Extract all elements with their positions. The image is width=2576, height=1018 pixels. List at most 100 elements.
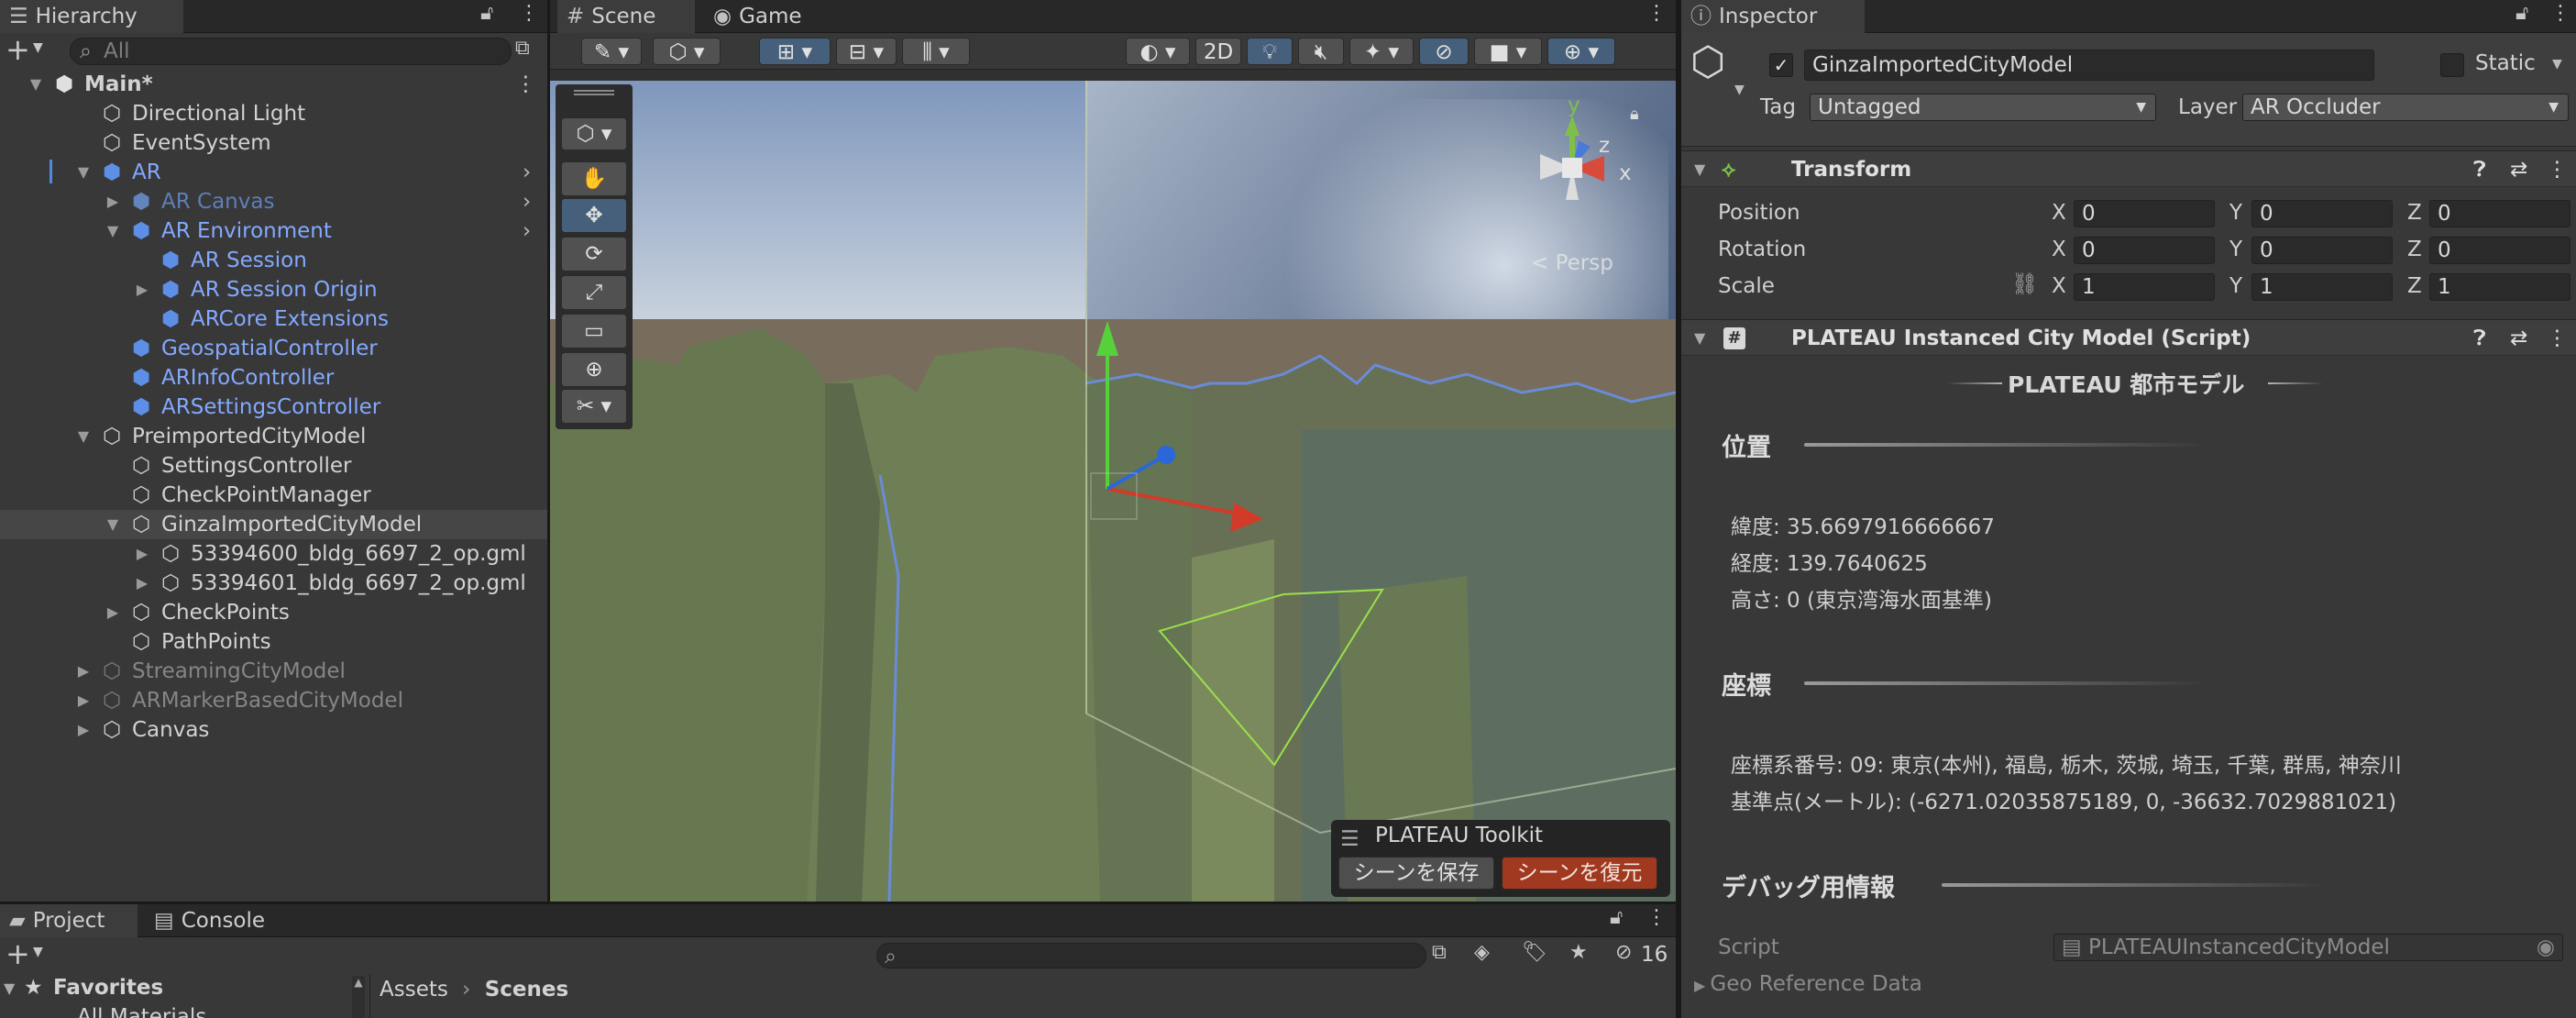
search-options-icon[interactable]: ⧉ bbox=[515, 37, 530, 60]
help-icon[interactable]: ❓︎ bbox=[2473, 151, 2486, 188]
filter-type-icon[interactable]: ◈ bbox=[1474, 941, 1490, 964]
lock-icon[interactable]: 🔓︎ bbox=[480, 2, 493, 25]
audio-toggle-button[interactable]: 🔇︎ bbox=[1298, 38, 1344, 65]
hierarchy-item[interactable]: ⬡ Directional Light bbox=[0, 99, 547, 128]
tab-hierarchy[interactable]: ☰ Hierarchy bbox=[0, 0, 183, 33]
lock-icon[interactable]: 🔓︎ bbox=[1610, 906, 1623, 929]
tab-console[interactable]: ▤ Console bbox=[145, 904, 292, 937]
axis-label-x[interactable]: X bbox=[2052, 271, 2066, 301]
effects-button[interactable]: ✦ ▾ bbox=[1349, 38, 1414, 65]
add-icon[interactable]: + bbox=[6, 939, 30, 968]
foldout-closed-icon[interactable]: ▶ bbox=[134, 275, 150, 304]
save-scene-button[interactable]: シーンを保存 bbox=[1338, 857, 1494, 890]
tab-project[interactable]: ▰ Project bbox=[0, 904, 138, 937]
shading-button[interactable]: ◐ ▾ bbox=[1126, 38, 1190, 65]
foldout-open-icon[interactable]: ▼ bbox=[105, 510, 121, 539]
persp-label[interactable]: < Persp bbox=[1531, 251, 1613, 275]
move-tool-icon[interactable]: ✥ bbox=[561, 198, 627, 233]
hierarchy-item[interactable]: ⬢ ARCore Extensions bbox=[0, 304, 547, 334]
object-picker-icon[interactable]: ◉ bbox=[2537, 935, 2555, 960]
hierarchy-item[interactable]: ▶ ⬡ Canvas bbox=[0, 715, 547, 745]
foldout-open-icon[interactable]: ▼ bbox=[75, 422, 92, 451]
transform-tool-icon[interactable]: ⊕ bbox=[561, 352, 627, 387]
scene-viewport[interactable]: ⬡ ▾ ✋ ✥ ⟳ ⤢ ▭ ⊕ ✂ ▾ y z x 🔒︎ < Persp ☰ P… bbox=[550, 81, 1676, 902]
panel-divider[interactable] bbox=[1676, 0, 1681, 1018]
foldout-icon[interactable]: ▼ bbox=[4, 979, 15, 997]
hierarchy-item[interactable]: ⬢ GeospatialController bbox=[0, 334, 547, 363]
search-input[interactable]: ⌕ All bbox=[70, 38, 512, 65]
component-menu-icon[interactable]: ⋮ bbox=[2547, 151, 2568, 188]
hierarchy-item[interactable]: ⬡ PathPoints bbox=[0, 627, 547, 657]
panel-divider[interactable] bbox=[547, 0, 550, 902]
static-checkbox[interactable] bbox=[2440, 53, 2464, 77]
transform-position-y-field[interactable]: 0 bbox=[2251, 200, 2393, 227]
axis-label-y[interactable]: Y bbox=[2229, 271, 2242, 301]
add-icon[interactable]: + bbox=[6, 35, 30, 64]
hierarchy-item[interactable]: ⬡ EventSystem bbox=[0, 128, 547, 158]
scene-row[interactable]: ▼ ⬢ Main* ⋮ bbox=[0, 70, 547, 99]
breadcrumb-assets[interactable]: Assets bbox=[380, 978, 448, 1001]
favorite-star-icon[interactable]: ★ bbox=[1569, 941, 1588, 964]
scale-tool-icon[interactable]: ⤢ bbox=[561, 275, 627, 310]
grid-snap-button[interactable]: ⊞ ▾ bbox=[759, 38, 831, 65]
layer-dropdown[interactable]: AR Occluder ▼ bbox=[2242, 94, 2569, 121]
transform-position-z-field[interactable]: 0 bbox=[2429, 200, 2570, 227]
restore-scene-button[interactable]: シーンを復元 bbox=[1502, 857, 1657, 890]
tag-dropdown[interactable]: Untagged ▼ bbox=[1810, 94, 2156, 121]
tab-scene[interactable]: # Scene bbox=[557, 0, 695, 33]
filter-label-icon[interactable]: 🏷︎ bbox=[1522, 941, 1547, 964]
hierarchy-item[interactable]: ▼ ⬡ GinzaImportedCityModel bbox=[0, 510, 547, 539]
active-checkbox[interactable]: ✓ bbox=[1769, 53, 1793, 77]
prefab-open-icon[interactable]: › bbox=[523, 187, 531, 216]
hierarchy-item[interactable]: ⬡ CheckPointManager bbox=[0, 481, 547, 510]
more-menu-icon[interactable]: ⋮ bbox=[515, 70, 536, 99]
camera-settings-button[interactable]: ■ ▾ bbox=[1474, 38, 1542, 65]
foldout-closed-icon[interactable]: ▶ bbox=[75, 715, 92, 745]
render-mode-button[interactable]: ⬡ ▾ bbox=[653, 38, 721, 65]
hierarchy-item[interactable]: ▶ ⬢ AR Session Origin bbox=[0, 275, 547, 304]
transform-rotation-x-field[interactable]: 0 bbox=[2074, 237, 2215, 264]
geo-reference-foldout[interactable]: ▶ Geo Reference Data bbox=[1694, 969, 1922, 1001]
transform-rotation-y-field[interactable]: 0 bbox=[2251, 237, 2393, 264]
transform-scale-z-field[interactable]: 1 bbox=[2429, 273, 2570, 301]
axis-label-x[interactable]: X bbox=[2052, 235, 2066, 264]
gizmo-lock-icon[interactable]: 🔒︎ bbox=[1630, 105, 1639, 124]
more-menu-icon[interactable]: ⋮ bbox=[1646, 906, 1667, 929]
transform-rotation-z-field[interactable]: 0 bbox=[2429, 237, 2570, 264]
axis-label-z[interactable]: Z bbox=[2407, 198, 2422, 227]
axis-label-y[interactable]: Y bbox=[2229, 235, 2242, 264]
foldout-closed-icon[interactable]: ▶ bbox=[134, 569, 150, 598]
transform-position-x-field[interactable]: 0 bbox=[2074, 200, 2215, 227]
draw-mode-button[interactable]: ✎ ▾ bbox=[581, 38, 642, 65]
foldout-open-icon[interactable]: ▼ bbox=[105, 216, 121, 246]
hierarchy-item[interactable]: ⬢ AR Session bbox=[0, 246, 547, 275]
transform-scale-y-field[interactable]: 1 bbox=[2251, 273, 2393, 301]
rect-tool-icon[interactable]: ▭ bbox=[561, 314, 627, 349]
hierarchy-item[interactable]: ▶ ⬡ ARMarkerBasedCityModel bbox=[0, 686, 547, 715]
foldout-closed-icon[interactable]: ▶ bbox=[75, 686, 92, 715]
project-search-input[interactable]: ⌕ bbox=[876, 943, 1426, 968]
hierarchy-item[interactable]: ▼ ⬢ AR › bbox=[0, 158, 547, 187]
static-dropdown-icon[interactable]: ▼ bbox=[2552, 57, 2562, 72]
hierarchy-item[interactable]: ⬡ SettingsController bbox=[0, 451, 547, 481]
foldout-open-icon[interactable]: ▼ bbox=[28, 70, 44, 99]
foldout-closed-icon[interactable]: ▶ bbox=[105, 598, 121, 627]
foldout-open-icon[interactable]: ▼ bbox=[75, 158, 92, 187]
hierarchy-item[interactable]: ▼ ⬡ PreimportedCityModel bbox=[0, 422, 547, 451]
axis-label-x[interactable]: X bbox=[2052, 198, 2066, 227]
prefab-open-icon[interactable]: › bbox=[523, 216, 531, 246]
tab-game[interactable]: ◉ Game bbox=[704, 0, 832, 33]
component-menu-icon[interactable]: ⋮ bbox=[2547, 320, 2568, 357]
hierarchy-item[interactable]: ▶ ⬡ StreamingCityModel bbox=[0, 657, 547, 686]
view-tool-icon[interactable]: ✋ bbox=[561, 161, 627, 196]
foldout-closed-icon[interactable]: ▶ bbox=[134, 539, 150, 569]
palette-handle[interactable] bbox=[574, 90, 614, 95]
hierarchy-item[interactable]: ▶ ⬡ 53394601_bldg_6697_2_op.gml bbox=[0, 569, 547, 598]
more-menu-icon[interactable]: ⋮ bbox=[2550, 2, 2570, 25]
hierarchy-item[interactable]: ⬢ ARSettingsController bbox=[0, 393, 547, 422]
icon-dropdown-icon[interactable]: ▼ bbox=[1734, 83, 1745, 97]
tool-mode-button[interactable]: ⬡ ▾ bbox=[561, 117, 627, 150]
hidden-packages-icon[interactable]: ⊘ bbox=[1615, 941, 1632, 964]
mode-2d-button[interactable]: 2D bbox=[1195, 38, 1241, 65]
breadcrumb-scenes[interactable]: Scenes bbox=[485, 978, 568, 1001]
